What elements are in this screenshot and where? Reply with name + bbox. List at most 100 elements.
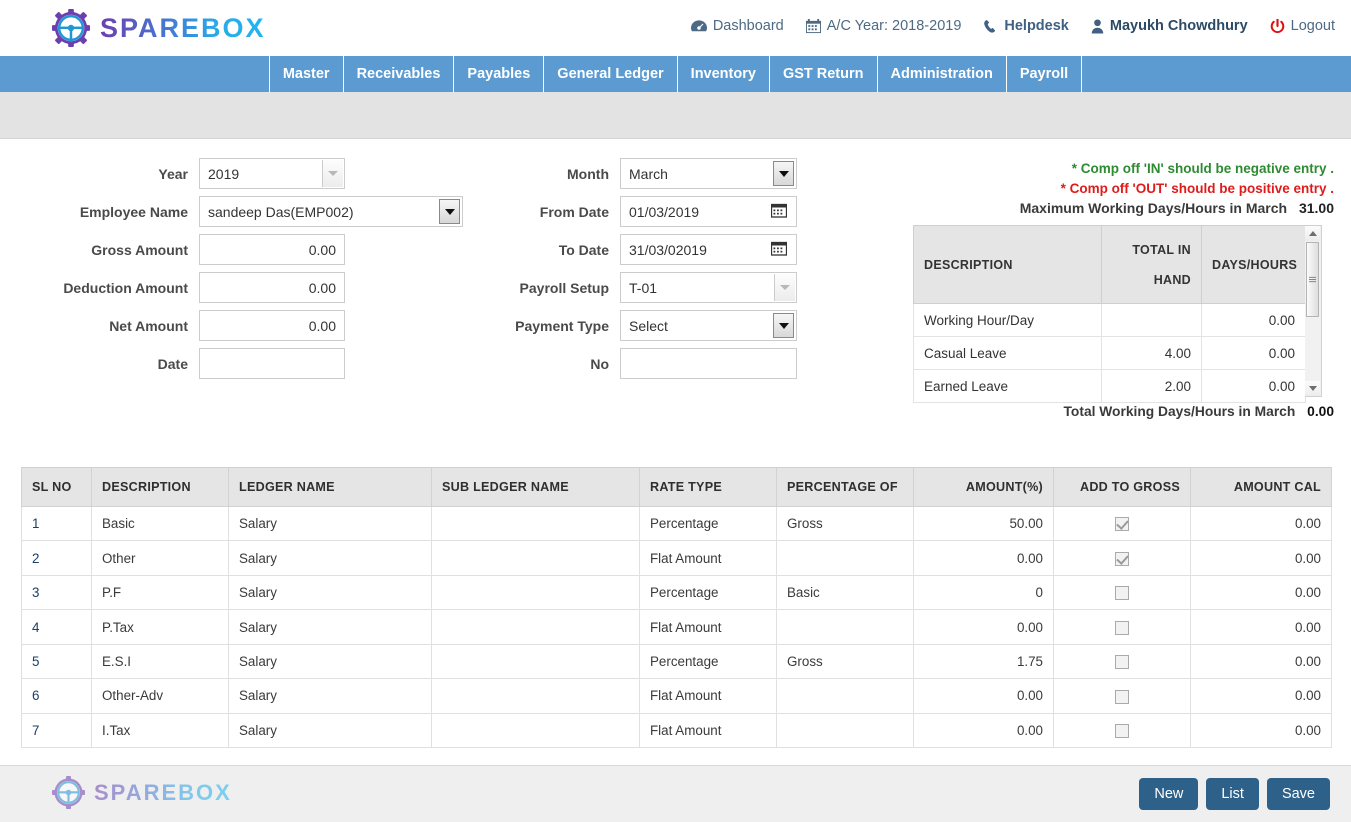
sparebox-gear-steering-wheel-icon <box>52 9 90 47</box>
cell-add-to-gross[interactable] <box>1053 643 1191 680</box>
add-to-gross-checkbox[interactable] <box>1115 620 1129 635</box>
table-header-row: DESCRIPTION TOTAL IN HAND DAYS/HOURS <box>913 225 1306 304</box>
phone-icon <box>983 19 998 34</box>
nav-item-payroll[interactable]: Payroll <box>1005 56 1083 92</box>
nav-item-general-ledger[interactable]: General Ledger <box>543 56 676 92</box>
nav-item-master[interactable]: Master <box>268 56 343 92</box>
employee-name-select[interactable]: sandeep Das(EMP002) <box>199 196 463 227</box>
cell-description: Basic <box>91 505 229 542</box>
chevron-down-icon[interactable] <box>322 160 343 187</box>
new-button[interactable]: New <box>1139 778 1199 810</box>
nav-item-gst-return[interactable]: GST Return <box>768 56 877 92</box>
cell-add-to-gross[interactable] <box>1053 574 1191 611</box>
cell-add-to-gross[interactable] <box>1053 505 1191 542</box>
power-icon <box>1270 18 1285 34</box>
from-date-input[interactable]: 01/03/2019 <box>620 196 797 227</box>
cell-rate-type: Percentage <box>639 574 777 611</box>
cell-add-to-gross[interactable] <box>1053 609 1191 645</box>
salary-table-header: SL NO DESCRIPTION LEDGER NAME SUB LEDGER… <box>21 467 1332 507</box>
table-row[interactable]: 7 I.Tax Salary Flat Amount 0.00 0.00 <box>21 712 1332 749</box>
calendar-icon[interactable] <box>770 241 788 259</box>
chevron-down-icon[interactable] <box>773 313 794 338</box>
add-to-gross-checkbox[interactable] <box>1115 655 1129 670</box>
month-select[interactable]: March <box>620 158 797 189</box>
add-to-gross-checkbox[interactable] <box>1115 586 1129 601</box>
cell-add-to-gross[interactable] <box>1053 678 1191 714</box>
chevron-down-icon[interactable] <box>774 274 795 301</box>
header-link-logout[interactable]: Logout <box>1270 18 1335 34</box>
calendar-icon[interactable] <box>770 203 788 221</box>
year-select[interactable]: 2019 <box>199 158 345 189</box>
cell-amount-cal: 0.00 <box>1190 678 1332 714</box>
cell-ledger-name: Salary <box>228 643 432 680</box>
field-no: No <box>500 348 797 379</box>
salary-components-table: SL NO DESCRIPTION LEDGER NAME SUB LEDGER… <box>21 467 1332 749</box>
col-total-in-hand: TOTAL IN HAND <box>1101 225 1202 304</box>
cell-description: Earned Leave <box>913 369 1102 403</box>
to-date-input[interactable]: 31/03/02019 <box>620 234 797 265</box>
cell-amount-pct: 0 <box>913 574 1054 611</box>
nav-item-payables[interactable]: Payables <box>453 56 543 92</box>
table-row[interactable]: 4 P.Tax Salary Flat Amount 0.00 0.00 <box>21 609 1332 645</box>
header-link-ac-year[interactable]: A/C Year: 2018-2019 <box>805 18 961 34</box>
cell-description: Casual Leave <box>913 336 1102 370</box>
chevron-down-icon[interactable] <box>773 161 794 186</box>
header-link-label: Mayukh Chowdhury <box>1109 18 1248 34</box>
nav-item-receivables[interactable]: Receivables <box>342 56 454 92</box>
scroll-up-icon[interactable] <box>1305 226 1320 241</box>
cell-sl-no: 2 <box>21 540 92 576</box>
date-input[interactable] <box>199 348 345 379</box>
cell-percentage-of: Gross <box>776 643 914 680</box>
payment-type-select[interactable]: Select <box>620 310 797 341</box>
comp-off-notes: * Comp off 'IN' should be negative entry… <box>1061 159 1334 198</box>
field-label-gross-amount: Gross Amount <box>91 241 188 258</box>
cell-description: Other-Adv <box>91 678 229 714</box>
no-input[interactable] <box>620 348 797 379</box>
payroll-setup-select[interactable]: T-01 <box>620 272 797 303</box>
nav-item-administration[interactable]: Administration <box>876 56 1006 92</box>
cell-amount-cal: 0.00 <box>1190 505 1332 542</box>
cell-sub-ledger-name <box>431 712 640 749</box>
deduction-amount-input[interactable]: 0.00 <box>199 272 345 303</box>
calendar-icon <box>805 18 821 34</box>
nav-item-inventory[interactable]: Inventory <box>676 56 769 92</box>
leave-summary-scrollbar[interactable] <box>1305 225 1322 397</box>
add-to-gross-checkbox[interactable] <box>1115 724 1129 739</box>
chevron-down-icon[interactable] <box>439 199 460 224</box>
table-row: Working Hour/Day 0.00 <box>913 303 1306 337</box>
field-gross-amount: Gross Amount 0.00 <box>60 234 345 265</box>
list-button[interactable]: List <box>1206 778 1259 810</box>
add-to-gross-checkbox[interactable] <box>1115 689 1129 704</box>
scroll-down-icon[interactable] <box>1305 381 1320 396</box>
cell-rate-type: Flat Amount <box>639 678 777 714</box>
header-link-user[interactable]: Mayukh Chowdhury <box>1091 18 1248 34</box>
net-amount-input[interactable]: 0.00 <box>199 310 345 341</box>
cell-sl-no: 3 <box>21 574 92 611</box>
field-from-date: From Date 01/03/2019 <box>500 196 797 227</box>
cell-ledger-name: Salary <box>228 678 432 714</box>
add-to-gross-checkbox[interactable] <box>1115 551 1129 566</box>
cell-description: I.Tax <box>91 712 229 749</box>
header-link-helpdesk[interactable]: Helpdesk <box>983 18 1069 34</box>
scrollbar-thumb[interactable] <box>1306 242 1319 317</box>
cell-sub-ledger-name <box>431 574 640 611</box>
add-to-gross-checkbox[interactable] <box>1115 517 1129 532</box>
col-days-hours: DAYS/HOURS <box>1201 225 1306 304</box>
save-button[interactable]: Save <box>1266 778 1330 810</box>
cell-ledger-name: Salary <box>228 712 432 749</box>
header-link-dashboard[interactable]: Dashboard <box>690 18 784 34</box>
brand-logo[interactable]: SPAREBOX <box>52 9 266 47</box>
table-row[interactable]: 2 Other Salary Flat Amount 0.00 0.00 <box>21 540 1332 576</box>
table-row[interactable]: 5 E.S.I Salary Percentage Gross 1.75 0.0… <box>21 643 1332 680</box>
cell-add-to-gross[interactable] <box>1053 712 1191 749</box>
gross-amount-input[interactable]: 0.00 <box>199 234 345 265</box>
page-title-band <box>0 92 1351 139</box>
month-value: March <box>629 165 668 182</box>
table-row[interactable]: 6 Other-Adv Salary Flat Amount 0.00 0.00 <box>21 678 1332 714</box>
table-row[interactable]: 3 P.F Salary Percentage Basic 0 0.00 <box>21 574 1332 611</box>
grip-icon <box>1309 276 1316 283</box>
table-row[interactable]: 1 Basic Salary Percentage Gross 50.00 0.… <box>21 505 1332 542</box>
col-amount-cal: AMOUNT CAL <box>1190 467 1332 507</box>
total-working-days-value: 0.00 <box>1307 404 1334 419</box>
cell-add-to-gross[interactable] <box>1053 540 1191 576</box>
